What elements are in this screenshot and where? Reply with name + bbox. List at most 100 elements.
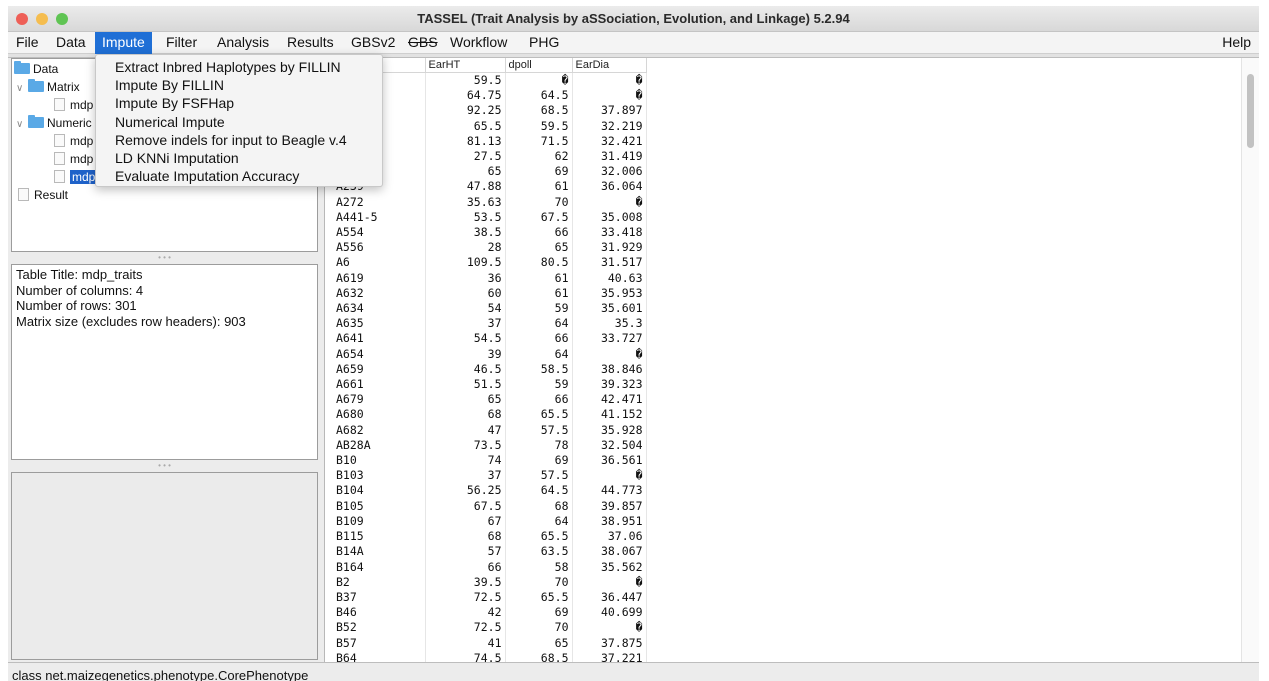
table-cell[interactable]: 47 (425, 422, 506, 438)
table-cell[interactable]: 39.857 (572, 498, 647, 514)
scrollbar-thumb[interactable] (1247, 74, 1254, 148)
table-cell[interactable]: 62 (505, 149, 573, 165)
column-header-eardia[interactable]: EarDia (572, 58, 647, 73)
table-cell[interactable]: 54.5 (425, 331, 506, 347)
table-cell[interactable]: 36.064 (572, 179, 647, 195)
table-cell[interactable]: 92.25 (425, 103, 506, 119)
table-row[interactable]: B104 56.25 64.5 44.773 (333, 483, 647, 499)
table-row[interactable]: B2 39.5 70 � (333, 574, 647, 590)
row-header-cell[interactable]: B52 (333, 620, 426, 636)
menu-impute[interactable]: Impute (95, 32, 152, 54)
table-cell[interactable]: 65.5 (425, 118, 506, 134)
chevron-down-icon[interactable]: ∨ (16, 116, 26, 134)
table-cell[interactable]: 81.13 (425, 133, 506, 150)
table-row[interactable]: A619 36 61 40.63 (333, 270, 647, 286)
table-cell[interactable]: � (572, 72, 647, 89)
table-cell[interactable]: 65 (425, 164, 506, 180)
table-cell[interactable]: 64 (505, 316, 573, 332)
menu-gbsv2[interactable]: GBSv2 (344, 32, 402, 54)
table-cell[interactable]: 35.562 (572, 559, 647, 575)
tree-node-numerical-mdp-3[interactable]: mdp (54, 168, 98, 186)
tree-node-result[interactable]: Result (18, 186, 68, 204)
table-cell[interactable]: 80.5 (505, 255, 573, 271)
menu-results[interactable]: Results (280, 32, 341, 54)
menu-data[interactable]: Data (49, 32, 93, 54)
table-cell[interactable]: 38.951 (572, 513, 647, 530)
vertical-scrollbar[interactable] (1241, 58, 1259, 662)
table-row[interactable]: B46 42 69 40.699 (333, 605, 647, 621)
tree-node-data[interactable]: Data (14, 60, 58, 78)
row-header-cell[interactable]: A635 (333, 316, 426, 332)
table-row[interactable]: AB28A 73.5 78 32.504 (333, 437, 647, 454)
table-cell[interactable]: 37.875 (572, 635, 647, 651)
table-cell[interactable]: 67.5 (505, 209, 573, 226)
table-cell[interactable]: � (572, 620, 647, 636)
menu-item-numerical-impute[interactable]: Numerical Impute (96, 113, 382, 131)
menu-filter[interactable]: Filter (159, 32, 204, 54)
table-cell[interactable]: 59.5 (505, 118, 573, 134)
table-cell[interactable]: 69 (505, 453, 573, 469)
table-cell[interactable]: 70 (505, 194, 573, 210)
table-cell[interactable]: 66 (505, 225, 573, 241)
table-cell[interactable]: 61 (505, 270, 573, 286)
table-row[interactable]: B57 41 65 37.875 (333, 635, 647, 651)
table-cell[interactable]: 64.5 (505, 88, 573, 104)
split-handle[interactable]: • • • (11, 460, 318, 472)
row-header-cell[interactable]: A641 (333, 331, 426, 347)
table-row[interactable]: A654 39 64 � (333, 346, 647, 362)
table-cell[interactable]: 65 (505, 635, 573, 651)
table-row[interactable]: B37 72.5 65.5 36.447 (333, 589, 647, 606)
table-cell[interactable]: 61 (505, 179, 573, 195)
row-header-cell[interactable]: B109 (333, 513, 426, 530)
menu-item-remove-indels[interactable]: Remove indels for input to Beagle v.4 (96, 131, 382, 149)
table-cell[interactable]: 51.5 (425, 377, 506, 393)
tree-node-matrix[interactable]: ∨ Matrix (16, 78, 80, 96)
row-header-cell[interactable]: B104 (333, 483, 426, 499)
row-header-cell[interactable]: B46 (333, 605, 426, 621)
table-cell[interactable]: 65.5 (505, 529, 573, 545)
table-cell[interactable]: 73.5 (425, 437, 506, 454)
table-row[interactable]: A679 65 66 42.471 (333, 392, 647, 408)
table-cell[interactable]: 78 (505, 437, 573, 454)
table-cell[interactable]: 41.152 (572, 407, 647, 423)
row-header-cell[interactable]: A272 (333, 194, 426, 210)
table-cell[interactable]: 72.5 (425, 620, 506, 636)
tree-node-numerical[interactable]: ∨ Numeric (16, 114, 92, 132)
table-cell[interactable]: 35.601 (572, 301, 647, 317)
table-cell[interactable]: 68 (425, 407, 506, 423)
table-cell[interactable]: 39 (425, 346, 506, 362)
row-header-cell[interactable]: A661 (333, 377, 426, 393)
split-handle[interactable]: • • • (11, 252, 318, 264)
table-cell[interactable]: 57.5 (505, 422, 573, 438)
table-cell[interactable]: 59 (505, 301, 573, 317)
table-row[interactable]: A682 47 57.5 35.928 (333, 422, 647, 438)
table-cell[interactable]: 68 (505, 498, 573, 514)
table-row[interactable]: A661 51.5 59 39.323 (333, 377, 647, 393)
table-cell[interactable]: 66 (505, 392, 573, 408)
chevron-down-icon[interactable]: ∨ (16, 80, 26, 98)
table-cell[interactable]: 65.5 (505, 407, 573, 423)
table-cell[interactable]: 64 (505, 513, 573, 530)
table-cell[interactable]: 71.5 (505, 133, 573, 150)
table-cell[interactable]: � (572, 346, 647, 362)
menu-workflow[interactable]: Workflow (443, 32, 514, 54)
table-cell[interactable]: 35.3 (572, 316, 647, 332)
menu-item-extract-inbred-haplotypes[interactable]: Extract Inbred Haplotypes by FILLIN (96, 58, 382, 76)
row-header-cell[interactable]: B2 (333, 574, 426, 590)
table-cell[interactable]: 38.846 (572, 361, 647, 378)
table-cell[interactable]: 54 (425, 301, 506, 317)
table-cell[interactable]: 42.471 (572, 392, 647, 408)
table-cell[interactable]: 40.699 (572, 605, 647, 621)
table-row[interactable]: A680 68 65.5 41.152 (333, 407, 647, 423)
row-header-cell[interactable]: A556 (333, 240, 426, 256)
table-cell[interactable]: 40.63 (572, 270, 647, 286)
table-cell[interactable]: 37 (425, 316, 506, 332)
table-cell[interactable]: 64.75 (425, 88, 506, 104)
table-cell[interactable]: 31.517 (572, 255, 647, 271)
menu-item-impute-by-fillin[interactable]: Impute By FILLIN (96, 76, 382, 94)
table-cell[interactable]: 31.929 (572, 240, 647, 256)
table-row[interactable]: B52 72.5 70 � (333, 620, 647, 636)
table-row[interactable]: B109 67 64 38.951 (333, 513, 647, 530)
table-cell[interactable]: 33.418 (572, 225, 647, 241)
table-row[interactable]: B105 67.5 68 39.857 (333, 498, 647, 514)
